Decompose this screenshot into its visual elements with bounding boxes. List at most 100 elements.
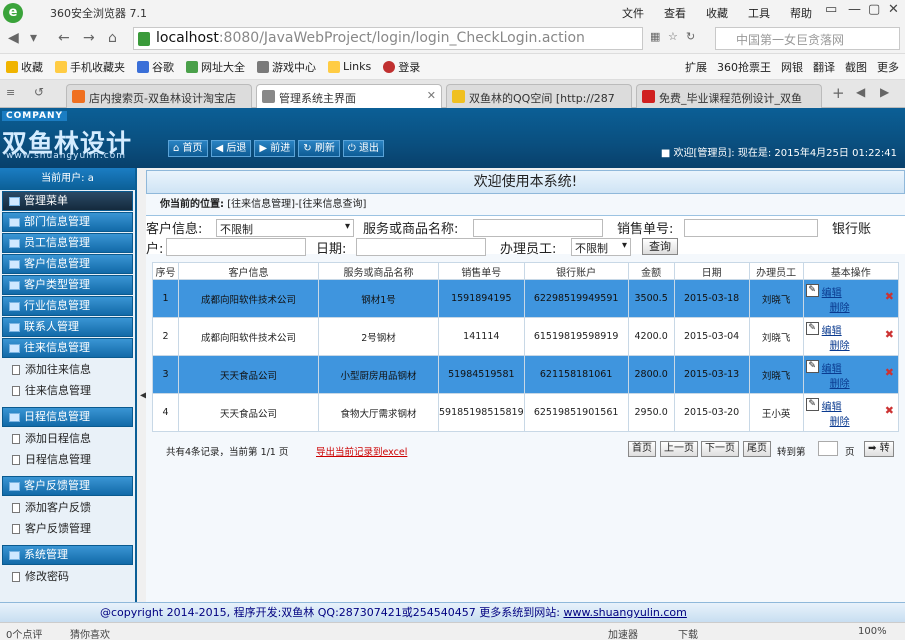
date-input[interactable] <box>356 238 486 256</box>
browser-forward-icon[interactable]: → <box>83 30 95 46</box>
fav-favorites[interactable]: 收藏 <box>6 59 43 75</box>
maximize-icon[interactable]: ▢ <box>868 2 880 17</box>
close-window-icon[interactable]: ✕ <box>888 2 899 17</box>
qr-icon[interactable]: ▦ <box>650 30 660 43</box>
comment-count[interactable]: 0个点评 <box>6 626 42 640</box>
first-page-button[interactable]: 首页 <box>628 441 656 457</box>
forward-button[interactable]: ▶ 前进 <box>254 140 296 157</box>
refresh-icon[interactable]: ↻ <box>686 30 695 43</box>
sidebar-item-transactions[interactable]: 往来信息管理 <box>2 338 133 358</box>
search-input[interactable]: 中国第一女巨贪落网 <box>715 27 900 50</box>
sidebar-item-customer-type[interactable]: 客户类型管理 <box>2 275 133 295</box>
url-input[interactable]: localhost:8080/JavaWebProject/login/logi… <box>133 27 643 50</box>
prev-page-button[interactable]: 上一页 <box>660 441 698 457</box>
sidebar-add-transaction[interactable]: 添加往来信息 <box>0 359 135 380</box>
bank-button[interactable]: 网银 <box>781 59 803 75</box>
refresh-button[interactable]: ↻ 刷新 <box>298 140 340 157</box>
tab-next-icon[interactable]: ▶ <box>880 85 889 99</box>
fav-mobile[interactable]: 手机收藏夹 <box>55 59 125 75</box>
minimize-icon[interactable]: — <box>848 2 861 17</box>
fav-hao[interactable]: 网址大全 <box>186 59 245 75</box>
fav-links[interactable]: Links <box>328 60 371 73</box>
tab-design[interactable]: 免费_毕业课程范例设计_双鱼 <box>636 84 822 108</box>
fav-login[interactable]: 登录 <box>383 59 420 75</box>
edit-link[interactable]: 编辑 <box>822 326 842 337</box>
table-row[interactable]: 2 成都向阳软件技术公司 2号钢材 141114 61519819598919 … <box>152 317 900 356</box>
back-icon[interactable]: ◀ <box>8 30 19 46</box>
delete-link[interactable]: 删除 <box>830 341 850 352</box>
table-row[interactable]: 3 天天食品公司 小型厨房用品钢材 51984519581 6211581810… <box>152 355 900 394</box>
sidebar-manage-transaction[interactable]: 往来信息管理 <box>0 380 135 401</box>
customer-select[interactable]: 不限制 <box>216 219 354 237</box>
menu-view[interactable]: 查看 <box>664 5 686 21</box>
download-button[interactable]: 下载 <box>678 626 698 640</box>
edit-link[interactable]: 编辑 <box>822 288 842 299</box>
edit-link[interactable]: 编辑 <box>822 402 842 413</box>
tab-prev-icon[interactable]: ◀ <box>856 85 865 99</box>
export-excel-link[interactable]: 导出当前记录到excel <box>316 444 407 458</box>
edit-icon[interactable]: ✎ <box>805 359 819 373</box>
recommend-link[interactable]: 猜你喜欢 <box>70 626 110 640</box>
tab-taobao[interactable]: 店内搜索页-双鱼林设计淘宝店 <box>66 84 252 108</box>
browser-back-icon[interactable]: ← <box>58 30 70 46</box>
sidebar-item-schedule[interactable]: 日程信息管理 <box>2 407 133 427</box>
last-page-button[interactable]: 尾页 <box>743 441 771 457</box>
sidebar-manage-feedback[interactable]: 客户反馈管理 <box>0 518 135 539</box>
next-page-button[interactable]: 下一页 <box>701 441 739 457</box>
sidebar-item-contact[interactable]: 联系人管理 <box>2 317 133 337</box>
site-link[interactable]: www.shuangyulin.com <box>563 606 686 619</box>
accelerator-button[interactable]: 加速器 <box>608 626 638 640</box>
sidebar-add-feedback[interactable]: 添加客户反馈 <box>0 497 135 518</box>
menu-file[interactable]: 文件 <box>622 5 644 21</box>
sidebar-change-password[interactable]: 修改密码 <box>0 566 135 587</box>
bank-input[interactable] <box>166 238 306 256</box>
tab-qzone[interactable]: 双鱼林的QQ空间 [http://287 <box>446 84 632 108</box>
delete-icon[interactable]: ✖ <box>885 404 894 417</box>
sidebar-item-feedback[interactable]: 客户反馈管理 <box>2 476 133 496</box>
edit-link[interactable]: 编辑 <box>822 364 842 375</box>
extensions-button[interactable]: 扩展 <box>685 59 707 75</box>
tab-main[interactable]: 管理系统主界面 ✕ <box>256 84 442 108</box>
fav-google[interactable]: 谷歌 <box>137 59 174 75</box>
home-button[interactable]: ⌂ 首页 <box>168 140 208 157</box>
delete-link[interactable]: 删除 <box>830 379 850 390</box>
goto-page-input[interactable] <box>818 441 838 456</box>
delete-icon[interactable]: ✖ <box>885 366 894 379</box>
fav-games[interactable]: 游戏中心 <box>257 59 316 75</box>
home-icon[interactable]: ⌂ <box>108 30 117 46</box>
sidebar-manage-schedule[interactable]: 日程信息管理 <box>0 449 135 470</box>
sidebar-add-schedule[interactable]: 添加日程信息 <box>0 428 135 449</box>
tab-list-icon[interactable]: ≡ <box>6 86 15 99</box>
query-button[interactable]: 查询 <box>642 238 678 255</box>
edit-icon[interactable]: ✎ <box>805 283 819 297</box>
delete-icon[interactable]: ✖ <box>885 328 894 341</box>
skin-icon[interactable]: ▭ <box>825 2 837 17</box>
menu-tools[interactable]: 工具 <box>748 5 770 21</box>
sidebar-item-department[interactable]: 部门信息管理 <box>2 212 133 232</box>
screenshot-button[interactable]: 截图 <box>845 59 867 75</box>
zoom-level[interactable]: 100% <box>858 626 887 637</box>
employee-select[interactable]: 不限制 <box>571 238 631 256</box>
tickets-button[interactable]: 360抢票王 <box>717 59 771 75</box>
sidebar-item-industry[interactable]: 行业信息管理 <box>2 296 133 316</box>
close-tab-icon[interactable]: ✕ <box>427 89 436 102</box>
dropdown-icon[interactable]: ▾ <box>30 30 37 46</box>
more-button[interactable]: 更多 <box>877 59 899 75</box>
menu-favorites[interactable]: 收藏 <box>706 5 728 21</box>
product-input[interactable] <box>473 219 603 237</box>
edit-icon[interactable]: ✎ <box>805 321 819 335</box>
delete-icon[interactable]: ✖ <box>885 290 894 303</box>
go-button[interactable]: ➡ 转 <box>864 441 894 457</box>
menu-help[interactable]: 帮助 <box>790 5 812 21</box>
sale-no-input[interactable] <box>684 219 818 237</box>
new-tab-icon[interactable]: + <box>832 84 845 102</box>
reopen-tab-icon[interactable]: ↺ <box>34 85 44 99</box>
sidebar-item-system[interactable]: 系统管理 <box>2 545 133 565</box>
logout-button[interactable]: ⏻ 退出 <box>342 140 384 157</box>
translate-button[interactable]: 翻译 <box>813 59 835 75</box>
delete-link[interactable]: 删除 <box>830 303 850 314</box>
star-icon[interactable]: ☆ <box>668 30 678 43</box>
back-button[interactable]: ◀ 后退 <box>210 140 252 157</box>
sidebar-item-customer[interactable]: 客户信息管理 <box>2 254 133 274</box>
table-row[interactable]: 4 天天食品公司 食物大厅需求钢材 59185198515819 6251985… <box>152 393 900 432</box>
